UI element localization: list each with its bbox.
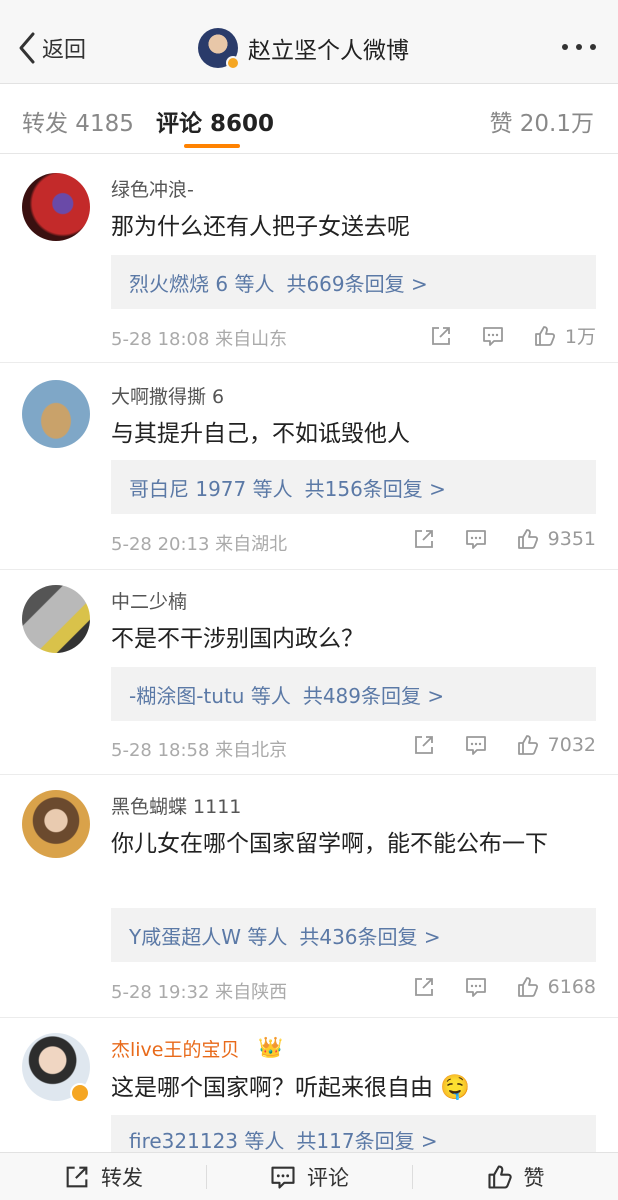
thumbs-up-icon (517, 977, 538, 997)
comment-text-body: 这是哪个国家啊？听起来很自由 (111, 1075, 433, 1101)
comment-author[interactable]: 大啊撒得撕 6 (111, 382, 224, 409)
reply-button[interactable] (481, 324, 505, 348)
reply-summary[interactable]: 烈火燃烧 6 等人 共669条回复 > (111, 255, 596, 309)
reply-count: 共489条回复 > (302, 683, 445, 708)
reply-button[interactable] (464, 527, 488, 551)
back-label: 返回 (42, 38, 87, 63)
avatar[interactable] (22, 790, 90, 858)
share-icon (432, 326, 450, 345)
comment-item: 中二少楠 不是不干涉别国内政么？ -糊涂图-tutu 等人 共489条回复 > … (0, 571, 618, 775)
like-button[interactable]: 1万 (533, 322, 596, 349)
avatar[interactable] (22, 173, 90, 241)
repost-button[interactable]: 转发 (0, 1153, 206, 1200)
tab-bar: 转发 4185 评论 8600 赞 20.1万 (0, 84, 618, 154)
comment-item: 绿色冲浪- 那为什么还有人把子女送去呢 烈火燃烧 6 等人 共669条回复 > … (0, 155, 618, 363)
repost-label: 转发 (101, 1165, 143, 1190)
like-count: 9351 (547, 528, 596, 550)
top-nav-bar: 返回 赵立坚个人微博 (0, 0, 618, 84)
comment-item: 黑色蝴蝶 1111 你儿女在哪个国家留学啊，能不能公布一下 Y咸蛋超人W 等人 … (0, 776, 618, 1018)
more-options-icon[interactable] (562, 44, 596, 50)
comment-icon (271, 1166, 295, 1189)
crown-badge-icon: 👑 (258, 1035, 283, 1059)
comment-author[interactable]: 杰live王的宝贝 (111, 1035, 240, 1062)
comment-actions: 9351 (412, 527, 596, 551)
avatar[interactable] (22, 585, 90, 653)
like-count: 7032 (547, 734, 596, 756)
comment-item: 大啊撒得撕 6 与其提升自己，不如诋毁他人 哥白尼 1977 等人 共156条回… (0, 364, 618, 570)
share-button[interactable] (412, 975, 436, 999)
reply-summary[interactable]: fire321123 等人 共117条回复 > (111, 1115, 596, 1153)
reply-button[interactable] (464, 975, 488, 999)
comment-icon (465, 530, 486, 549)
comment-text: 那为什么还有人把子女送去呢 (111, 214, 410, 240)
share-icon (66, 1166, 88, 1187)
thumbs-up-icon (517, 735, 538, 755)
like-label: 赞 (523, 1165, 545, 1190)
comment-item: 杰live王的宝贝 👑 这是哪个国家啊？听起来很自由 🤤 fire321123 … (0, 1019, 618, 1153)
share-icon (414, 978, 433, 996)
like-button[interactable]: 7032 (516, 733, 596, 757)
comment-icon (465, 978, 486, 997)
comment-actions: 7032 (412, 733, 596, 757)
comment-actions: 1万 (429, 322, 596, 349)
avatar (198, 28, 240, 70)
comment-author[interactable]: 中二少楠 (111, 587, 187, 614)
comment-meta: 5-28 18:58 来自北京 (111, 740, 288, 761)
share-button[interactable] (412, 733, 436, 757)
share-icon (414, 736, 433, 754)
tab-repost[interactable]: 转发 4185 (22, 104, 134, 138)
like-button[interactable]: 6168 (516, 975, 596, 999)
comment-label: 评论 (307, 1165, 349, 1190)
reply-users: Y咸蛋超人W 等人 (129, 924, 288, 949)
comment-text: 不是不干涉别国内政么？ (111, 626, 364, 652)
bottom-action-bar: 转发 评论 赞 (0, 1152, 618, 1200)
avatar[interactable] (22, 380, 90, 448)
reply-users: fire321123 等人 (129, 1129, 285, 1153)
share-button[interactable] (429, 324, 453, 348)
like-button[interactable]: 赞 (412, 1153, 618, 1200)
like-count: 1万 (564, 326, 596, 348)
thumbs-up-icon (487, 1164, 512, 1189)
comment-meta: 5-28 20:13 来自湖北 (111, 534, 288, 555)
comment-actions: 6168 (412, 975, 596, 999)
like-count: 6168 (547, 976, 596, 998)
reply-users: 哥白尼 1977 等人 (129, 476, 293, 501)
comment-meta: 5-28 19:32 来自陕西 (111, 982, 288, 1003)
share-icon (414, 530, 433, 548)
comment-text: 你儿女在哪个国家留学啊，能不能公布一下 (111, 831, 548, 857)
share-button[interactable] (412, 527, 436, 551)
emoji-icon: 🤤 (440, 1073, 471, 1101)
tab-indicator (184, 144, 240, 148)
comment-author[interactable]: 绿色冲浪- (111, 175, 194, 202)
comment-text: 与其提升自己，不如诋毁他人 (111, 421, 410, 447)
thumbs-up-icon (535, 325, 555, 346)
back-button[interactable]: 返回 (16, 30, 86, 66)
reply-count: 共436条回复 > (299, 924, 441, 949)
verified-badge-icon (70, 1083, 90, 1103)
like-button[interactable]: 9351 (516, 527, 596, 551)
reply-summary[interactable]: Y咸蛋超人W 等人 共436条回复 > (111, 908, 596, 962)
page-title: 赵立坚个人微博 (248, 38, 409, 64)
verified-badge-icon (226, 56, 240, 70)
reply-button[interactable] (464, 733, 488, 757)
reply-users: -糊涂图-tutu 等人 (129, 683, 291, 708)
tab-like[interactable]: 赞 20.1万 (489, 104, 594, 138)
comment-meta: 5-28 18:08 来自山东 (111, 329, 288, 350)
comment-icon (483, 326, 503, 346)
comment-text: 这是哪个国家啊？听起来很自由 🤤 (111, 1069, 601, 1106)
comment-icon (465, 736, 486, 755)
comment-author[interactable]: 黑色蝴蝶 1111 (111, 792, 241, 819)
comment-button[interactable]: 评论 (206, 1153, 412, 1200)
reply-summary[interactable]: -糊涂图-tutu 等人 共489条回复 > (111, 667, 596, 721)
nav-title-group[interactable]: 赵立坚个人微博 (198, 28, 409, 70)
reply-count: 共156条回复 > (304, 476, 446, 501)
chevron-left-icon (19, 32, 35, 64)
reply-users: 烈火燃烧 6 等人 (129, 271, 275, 296)
reply-count: 共669条回复 > (286, 271, 428, 296)
reply-summary[interactable]: 哥白尼 1977 等人 共156条回复 > (111, 460, 596, 514)
tab-comment[interactable]: 评论 8600 (156, 104, 274, 138)
thumbs-up-icon (517, 529, 538, 549)
reply-count: 共117条回复 > (296, 1129, 438, 1153)
